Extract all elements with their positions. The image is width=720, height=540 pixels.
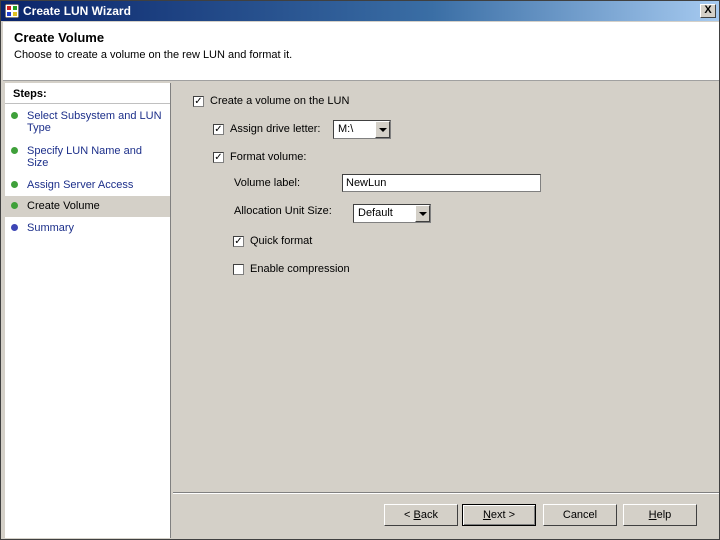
title-bar[interactable]: Create LUN Wizard X: [1, 1, 719, 21]
format-volume-checkbox-row[interactable]: ✓ Format volume:: [213, 151, 306, 163]
steps-pane: Steps: Select Subsystem and LUN Type Spe…: [5, 83, 171, 538]
cancel-button-label: Cancel: [562, 509, 598, 521]
window-title: Create LUN Wizard: [23, 4, 131, 18]
format-volume-label: Format volume:: [230, 151, 307, 163]
next-button[interactable]: Next >: [462, 504, 536, 526]
step-done-icon: [11, 147, 18, 154]
close-icon: X: [704, 4, 712, 16]
step-label: Create Volume: [27, 200, 100, 212]
close-button[interactable]: X: [700, 4, 716, 18]
button-separator: [173, 492, 719, 494]
quick-format-label: Quick format: [250, 235, 313, 247]
compression-label: Enable compression: [250, 263, 350, 275]
next-button-label: ext >: [490, 509, 516, 521]
assign-drive-checkbox[interactable]: ✓: [213, 123, 224, 135]
allocation-unit-dropdown[interactable]: Default: [353, 204, 431, 223]
quick-format-checkbox[interactable]: ✓: [233, 235, 244, 247]
help-button-mnemonic: H: [648, 509, 657, 521]
wizard-window: Create LUN Wizard X Create Volume Choose…: [0, 0, 720, 540]
back-button-prefix: <: [404, 509, 414, 521]
step-label: Specify LUN Name and Size: [27, 145, 142, 169]
step-label: Assign Server Access: [27, 179, 134, 191]
drive-letter-value: M:\: [338, 123, 354, 135]
step-done-icon: [11, 112, 18, 119]
step-select-subsystem[interactable]: Select Subsystem and LUN Type: [5, 110, 170, 134]
assign-drive-checkbox-row[interactable]: ✓ Assign drive letter:: [213, 123, 320, 135]
volume-label-caption: Volume label:: [234, 177, 301, 189]
cancel-button[interactable]: Cancel: [543, 504, 617, 526]
step-specify-name[interactable]: Specify LUN Name and Size: [5, 145, 170, 169]
next-button-mnemonic: N: [482, 509, 491, 521]
step-create-volume[interactable]: Create Volume: [5, 196, 170, 217]
steps-heading: Steps:: [5, 83, 170, 104]
volume-label-input[interactable]: NewLun: [342, 174, 541, 192]
create-volume-checkbox-row[interactable]: ✓ Create a volume on the LUN: [193, 95, 349, 107]
allocation-unit-value: Default: [358, 207, 393, 219]
format-volume-checkbox[interactable]: ✓: [213, 151, 224, 163]
allocation-unit-caption: Allocation Unit Size:: [234, 205, 332, 217]
compression-checkbox-row[interactable]: Enable compression: [233, 263, 350, 275]
back-button-label: ack: [420, 509, 438, 521]
step-current-icon: [11, 202, 18, 209]
volume-label-value: NewLun: [346, 177, 387, 189]
page-subtitle: Choose to create a volume on the rew LUN…: [14, 49, 293, 61]
back-button-mnemonic: B: [413, 509, 421, 521]
back-button[interactable]: < Back: [384, 504, 458, 526]
step-done-icon: [11, 181, 18, 188]
wizard-header: Create Volume Choose to create a volume …: [3, 22, 719, 81]
compression-checkbox[interactable]: [233, 263, 244, 275]
page-title: Create Volume: [14, 30, 105, 45]
content-panel: ✓ Create a volume on the LUN ✓ Assign dr…: [173, 83, 719, 493]
create-volume-label: Create a volume on the LUN: [210, 95, 350, 107]
help-button-label: elp: [656, 509, 672, 521]
help-button[interactable]: Help: [623, 504, 697, 526]
drive-letter-dropdown[interactable]: M:\: [333, 120, 391, 139]
assign-drive-label: Assign drive letter:: [230, 123, 321, 135]
chevron-down-icon[interactable]: [375, 121, 390, 138]
step-pending-icon: [11, 224, 18, 231]
quick-format-checkbox-row[interactable]: ✓ Quick format: [233, 235, 312, 247]
chevron-down-icon[interactable]: [415, 205, 430, 222]
step-summary[interactable]: Summary: [5, 222, 170, 234]
create-volume-checkbox[interactable]: ✓: [193, 95, 204, 107]
step-label: Select Subsystem and LUN Type: [27, 110, 162, 134]
step-assign-access[interactable]: Assign Server Access: [5, 179, 170, 191]
app-icon: [5, 4, 19, 18]
step-label: Summary: [27, 222, 75, 234]
